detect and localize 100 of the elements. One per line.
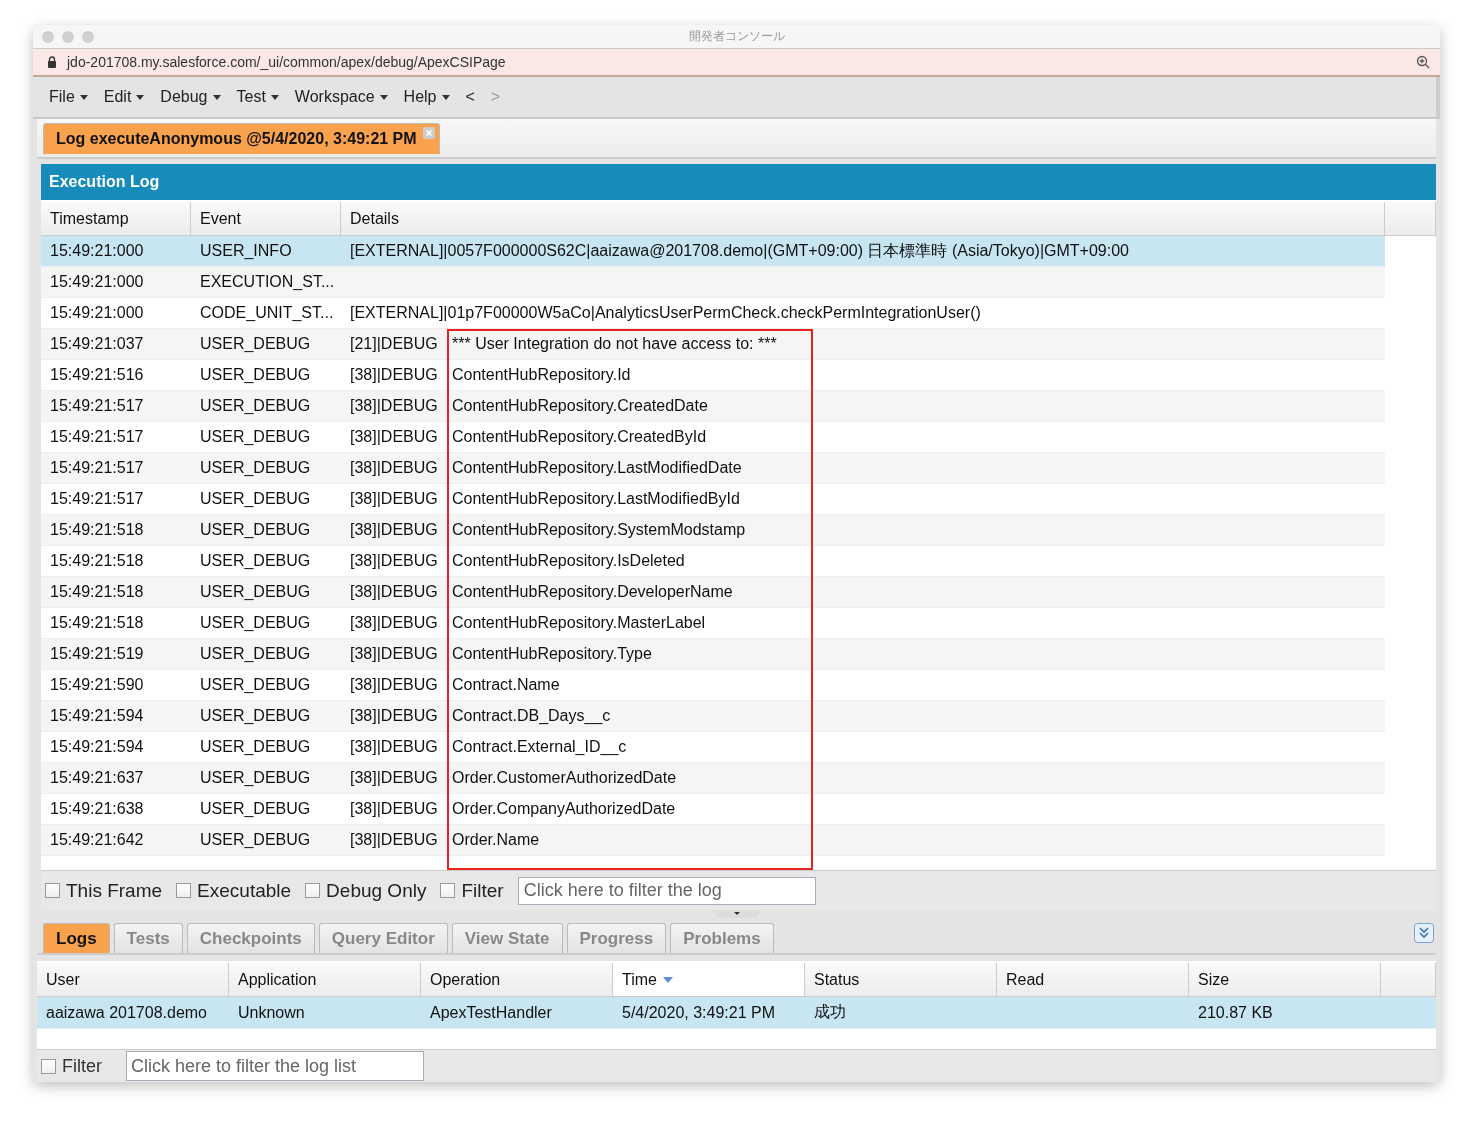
table-cell-text: [38]|DEBUG: [349, 366, 439, 384]
table-cell-text: USER_DEBUG: [199, 459, 312, 477]
column-title: Application: [238, 970, 317, 989]
table-cell-text: 15:49:21:517: [49, 397, 145, 415]
log-row[interactable]: 15:49:21:000 EXECUTION_ST...: [41, 267, 1385, 298]
log-row[interactable]: 15:49:21:517 USER_DEBUG [38]|DEBUG ContentHubRepository.LastModifiedDate: [41, 453, 1385, 484]
table-cell-text: Order.Name: [451, 831, 540, 849]
column-title: Read: [1006, 970, 1045, 989]
column-header[interactable]: Details: [341, 202, 1385, 235]
menu-item[interactable]: Edit: [95, 88, 153, 106]
log-row[interactable]: 15:49:21:594 USER_DEBUG [38]|DEBUG Contract.DB_Days__c: [41, 701, 1385, 732]
checkbox-label: Executable: [197, 879, 292, 902]
menu-item[interactable]: File: [41, 88, 96, 106]
menu-item[interactable]: Test: [228, 88, 287, 106]
table-cell-text: [38]|DEBUG: [349, 552, 439, 570]
window-control-icon[interactable]: [82, 30, 94, 43]
column-header[interactable]: Read: [997, 963, 1189, 996]
checkbox[interactable]: [45, 883, 60, 898]
checkbox[interactable]: [440, 883, 456, 898]
checkbox[interactable]: [176, 883, 192, 898]
collapse-icon[interactable]: [1414, 923, 1434, 943]
log-row[interactable]: aaizawa 201708.demo Unknown ApexTestHandler 5/4/2020, 3:49:21 PM 成功 210.87 KB: [37, 997, 1436, 1029]
table-cell-text: ContentHubRepository.Type: [451, 645, 652, 663]
table-cell-text: USER_DEBUG: [199, 831, 312, 849]
log-row[interactable]: 15:49:21:037 USER_DEBUG [21]|DEBUG *** User Integration do not have access to: ***: [41, 329, 1385, 360]
table-cell-text: ApexTestHandler: [429, 1003, 553, 1022]
table-cell-text: ContentHubRepository.Id: [451, 366, 631, 384]
table-cell-text: USER_DEBUG: [199, 800, 312, 818]
table-cell-text: USER_DEBUG: [199, 521, 312, 539]
table-cell-text: 15:49:21:638: [49, 800, 145, 818]
table-cell-text: 15:49:21:517: [49, 490, 145, 508]
column-header[interactable]: Event: [191, 202, 341, 235]
window-control-icon[interactable]: [62, 30, 74, 43]
back-button[interactable]: <: [457, 88, 483, 106]
table-cell-text: [38]|DEBUG: [349, 490, 439, 508]
table-cell-text: 15:49:21:642: [49, 831, 145, 849]
caret-icon: [270, 94, 279, 100]
column-header[interactable]: Size: [1189, 963, 1381, 996]
table-cell-text: 15:49:21:000: [49, 273, 145, 291]
table-cell-text: 15:49:21:037: [49, 335, 145, 353]
table-cell-text: [38]|DEBUG: [349, 831, 439, 849]
table-cell-text: USER_DEBUG: [199, 583, 312, 601]
column-header[interactable]: User: [37, 963, 229, 996]
table-cell-text: USER_DEBUG: [199, 490, 312, 508]
log-row[interactable]: 15:49:21:642 USER_DEBUG [38]|DEBUG Order.Name: [41, 825, 1385, 856]
table-cell-text: Contract.DB_Days__c: [451, 707, 611, 725]
table-cell-text: ContentHubRepository.DeveloperName: [451, 583, 733, 601]
table-cell-text: 15:49:21:000: [49, 242, 145, 260]
window-control-icon[interactable]: [42, 30, 54, 43]
log-row[interactable]: 15:49:21:637 USER_DEBUG [38]|DEBUG Order.CustomerAuthorizedDate: [41, 763, 1385, 794]
table-cell-text: [21]|DEBUG: [349, 335, 439, 353]
checkbox[interactable]: [305, 883, 321, 898]
table-cell-text: [38]|DEBUG: [349, 645, 439, 663]
caret-icon: [379, 94, 388, 100]
table-cell-text: USER_INFO: [199, 242, 293, 260]
zoom-icon[interactable]: [1416, 55, 1430, 69]
table-cell-text: *** User Integration do not have access to: ***: [451, 335, 777, 353]
table-cell-text: ContentHubRepository.SystemModstamp: [451, 521, 746, 539]
table-cell-text: 15:49:21:517: [49, 428, 145, 446]
column-header[interactable]: Time: [613, 963, 805, 996]
column-header[interactable]: Application: [229, 963, 421, 996]
column-header[interactable]: Timestamp: [41, 202, 191, 235]
menu-item[interactable]: Debug: [152, 88, 229, 106]
log-row[interactable]: 15:49:21:000 USER_INFO [EXTERNAL]|0057F000000S62C|aaizawa@201708.demo|(GMT+09:00) 日本標準時 (Asia/Tokyo)|GMT+09:00: [41, 236, 1385, 267]
table-cell-text: ContentHubRepository.LastModifiedById: [451, 490, 740, 508]
table-cell-text: [38]|DEBUG: [349, 614, 439, 632]
close-icon[interactable]: [422, 127, 435, 139]
menu-item[interactable]: Workspace: [286, 88, 396, 106]
table-cell-text: USER_DEBUG: [199, 769, 312, 787]
tab[interactable]: Logs: [43, 923, 110, 953]
table-cell-text: 15:49:21:000: [49, 304, 145, 322]
table-cell-text: USER_DEBUG: [199, 676, 312, 694]
column-header[interactable]: Status: [805, 963, 997, 996]
filter-field[interactable]: Click here to filter the log list: [126, 1051, 424, 1081]
log-row[interactable]: 15:49:21:517 USER_DEBUG [38]|DEBUG ContentHubRepository.CreatedDate: [41, 391, 1385, 422]
editor-tab[interactable]: Log executeAnonymous @5/4/2020, 3:49:21 PM: [43, 123, 440, 154]
lock-icon: [47, 56, 57, 68]
caret-icon: [79, 94, 88, 100]
menu-item[interactable]: Help: [395, 88, 458, 106]
table-cell-text: aaizawa 201708.demo: [45, 1003, 208, 1022]
checkbox-label: Filter: [461, 879, 504, 902]
window-title: 開発者コンソール: [689, 28, 785, 45]
checkbox[interactable]: [41, 1058, 56, 1074]
table-cell-text: 210.87 KB: [1197, 1003, 1274, 1022]
log-row[interactable]: 15:49:21:519 USER_DEBUG [38]|DEBUG ContentHubRepository.Type: [41, 639, 1385, 670]
splitter-handle-icon[interactable]: [711, 910, 762, 918]
table-cell-text: [38]|DEBUG: [349, 769, 439, 787]
column-title: User: [46, 970, 80, 989]
filter-field[interactable]: Click here to filter the log: [517, 876, 816, 905]
log-row[interactable]: 15:49:21:518 USER_DEBUG [38]|DEBUG ContentHubRepository.DeveloperName: [41, 577, 1385, 608]
table-cell-text: USER_DEBUG: [199, 614, 312, 632]
table-cell-text: 15:49:21:518: [49, 614, 145, 632]
panel-header: Execution Log: [41, 164, 1436, 200]
tab-title: Log executeAnonymous @5/4/2020, 3:49:21 PM: [56, 130, 417, 148]
table-cell-text: USER_DEBUG: [199, 707, 312, 725]
column-title: Size: [1198, 970, 1230, 989]
table-cell-text: USER_DEBUG: [199, 552, 312, 570]
log-row[interactable]: 15:49:21:518 USER_DEBUG [38]|DEBUG ContentHubRepository.SystemModstamp: [41, 515, 1385, 546]
table-cell-text: [38]|DEBUG: [349, 521, 439, 539]
table-cell-text: 15:49:21:518: [49, 583, 145, 601]
